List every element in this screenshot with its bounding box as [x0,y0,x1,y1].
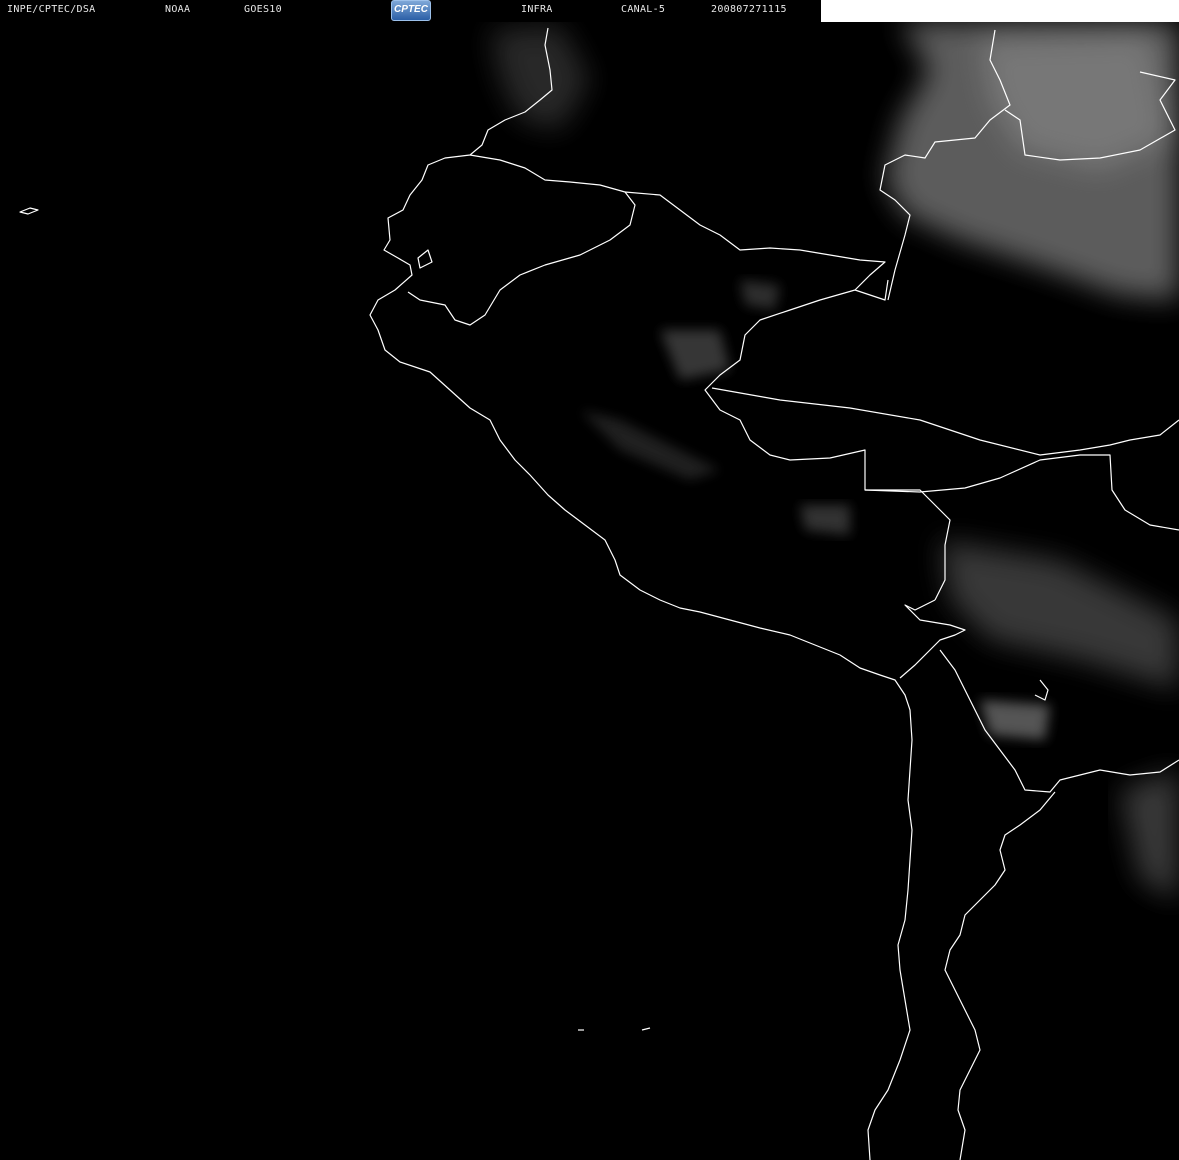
image-header: INPE/CPTEC/DSA NOAA GOES10 CPTEC INFRA C… [0,0,1179,22]
agency-label: NOAA [165,4,191,15]
cptec-logo: CPTEC [391,0,431,21]
header-blank-area [821,0,1179,22]
satellite-map [0,22,1179,1160]
source-label: INPE/CPTEC/DSA [7,4,96,15]
timestamp-label: 200807271115 [711,4,787,15]
satellite-label: GOES10 [244,4,282,15]
channel-label: CANAL-5 [621,4,666,15]
product-label: INFRA [521,4,553,15]
